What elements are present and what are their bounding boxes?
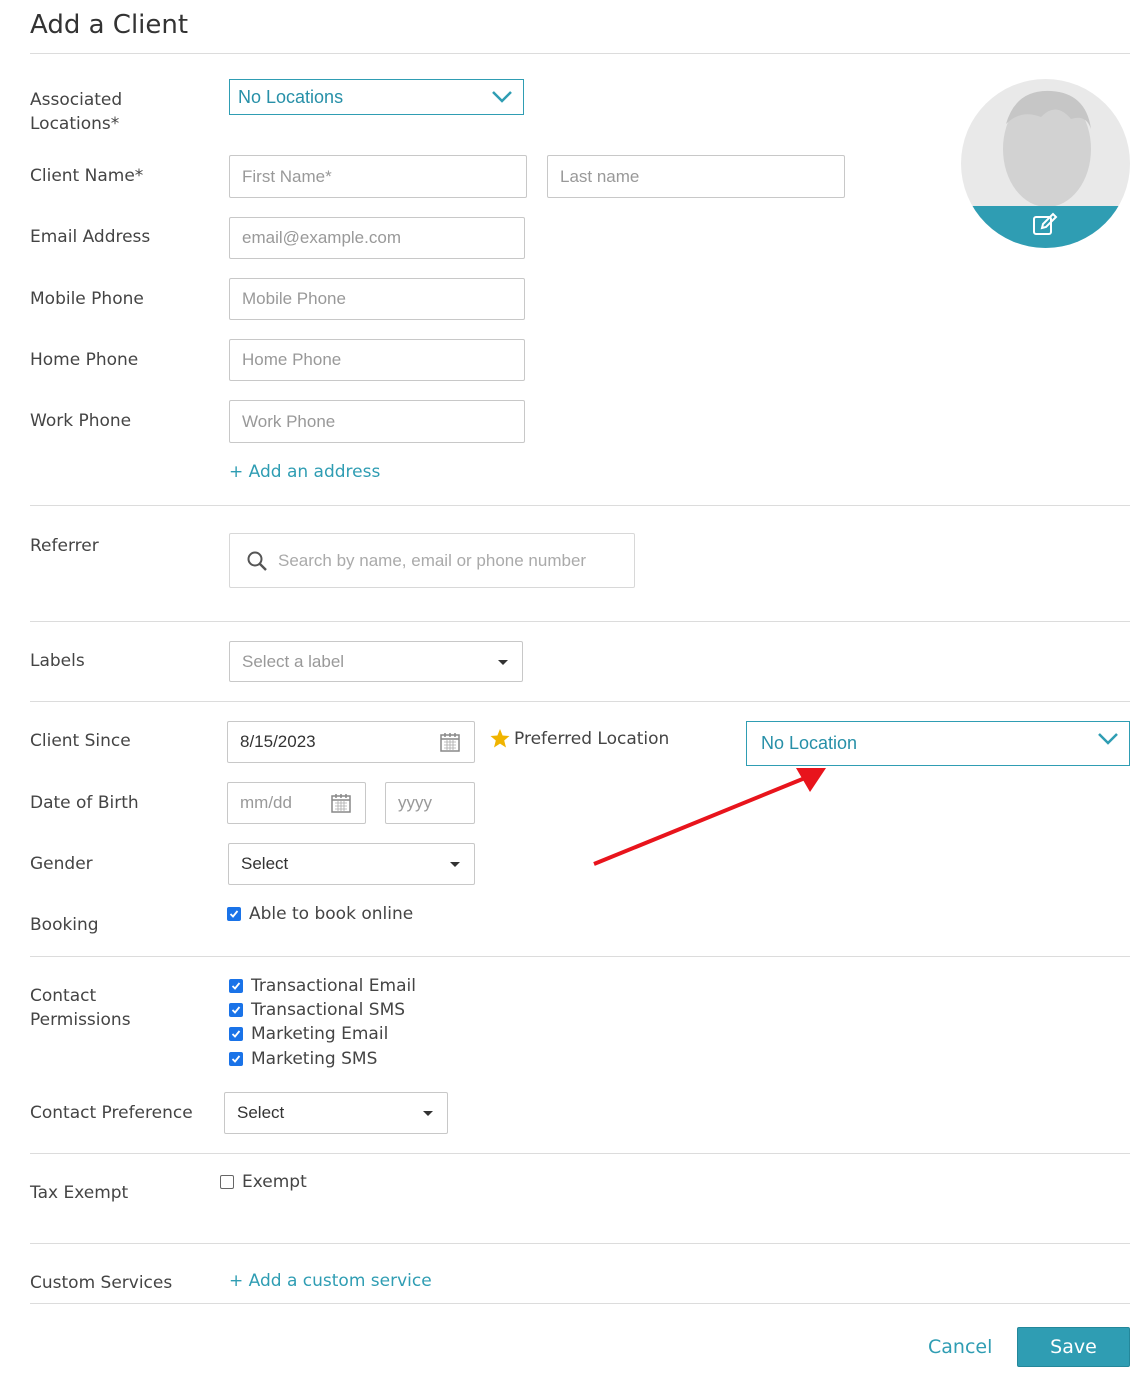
caret-down-icon [498,659,508,665]
contact-preference-value: Select [237,1103,285,1122]
home-phone-input[interactable]: Home Phone [229,339,525,381]
dob-month-day-input[interactable]: mm/dd [227,782,366,824]
mobile-phone-label: Mobile Phone [30,289,144,309]
marketing-sms-label: Marketing SMS [251,1049,378,1069]
associated-locations-label: Associated Locations* [30,90,123,134]
marketing-sms-row[interactable]: Marketing SMS [229,1049,377,1069]
gender-label: Gender [30,854,93,874]
referrer-search-input[interactable]: Search by name, email or phone number [229,533,635,588]
divider [30,621,1130,622]
client-name-label: Client Name* [30,166,144,186]
divider [30,53,1130,54]
preferred-location-value: No Location [761,733,858,753]
cancel-button[interactable]: Cancel [928,1336,992,1358]
date-of-birth-label: Date of Birth [30,793,139,813]
associated-locations-value: No Locations [238,86,344,107]
add-address-link[interactable]: + Add an address [229,462,380,482]
chevron-down-icon [1098,732,1118,745]
client-since-label: Client Since [30,731,131,751]
custom-services-label: Custom Services [30,1273,173,1293]
client-since-value: 8/15/2023 [240,732,316,751]
star-icon [490,729,510,748]
labels-placeholder: Select a label [242,651,345,671]
client-since-date-input[interactable]: 8/15/2023 [227,721,475,763]
labels-label: Labels [30,651,85,671]
tax-exempt-checkbox[interactable] [220,1175,234,1189]
tax-exempt-row[interactable]: Exempt [220,1172,307,1192]
marketing-email-checkbox[interactable] [229,1027,243,1041]
dob-month-day-placeholder: mm/dd [240,793,292,812]
work-phone-input[interactable]: Work Phone [229,400,525,443]
divider [30,1243,1130,1244]
chevron-down-icon [492,91,512,103]
add-custom-service-link[interactable]: + Add a custom service [229,1271,432,1291]
email-label: Email Address [30,227,151,247]
page-title: Add a Client [30,10,189,40]
tax-exempt-label: Tax Exempt [30,1183,129,1203]
tax-exempt-option-label: Exempt [242,1172,307,1192]
associated-locations-select[interactable]: No Locations [229,79,524,115]
booking-label: Booking [30,915,99,935]
annotation-arrow [593,768,826,866]
marketing-email-label: Marketing Email [251,1024,389,1044]
referrer-placeholder: Search by name, email or phone number [278,550,587,570]
divider [30,1153,1130,1154]
divider [30,505,1130,506]
preferred-location-select[interactable]: No Location [746,721,1130,766]
home-phone-label: Home Phone [30,350,139,370]
avatar[interactable] [961,79,1130,248]
caret-down-icon [450,862,460,867]
labels-select[interactable]: Select a label [229,641,523,682]
calendar-icon[interactable] [440,732,460,752]
work-phone-label: Work Phone [30,411,132,431]
book-online-label: Able to book online [249,904,414,924]
first-name-input[interactable]: First Name* [229,155,527,198]
caret-down-icon [423,1111,433,1116]
marketing-sms-checkbox[interactable] [229,1052,243,1066]
divider [30,701,1130,702]
save-button[interactable]: Save [1017,1327,1130,1367]
book-online-checkbox-row[interactable]: Able to book online [227,904,413,924]
gender-value: Select [241,854,289,873]
referrer-label: Referrer [30,536,99,556]
divider [30,956,1130,957]
contact-preference-label: Contact Preference [30,1103,193,1123]
book-online-checkbox[interactable] [227,907,241,921]
gender-select[interactable]: Select [228,843,475,885]
mobile-phone-input[interactable]: Mobile Phone [229,278,525,320]
contact-permissions-label: Contact Permissions [30,986,131,1030]
preferred-location-label: Preferred Location [514,729,670,749]
transactional-sms-checkbox[interactable] [229,1003,243,1017]
search-icon [247,551,267,571]
transactional-sms-row[interactable]: Transactional SMS [229,1000,405,1020]
divider [30,1303,1130,1304]
last-name-input[interactable]: Last name [547,155,845,198]
calendar-icon[interactable] [331,793,351,813]
dob-year-input[interactable]: yyyy [385,782,475,824]
edit-icon[interactable] [1031,211,1059,239]
transactional-email-row[interactable]: Transactional Email [229,976,416,996]
marketing-email-row[interactable]: Marketing Email [229,1024,388,1044]
email-field[interactable]: email@example.com [229,217,525,259]
contact-preference-select[interactable]: Select [224,1092,448,1134]
transactional-sms-label: Transactional SMS [251,1000,406,1020]
transactional-email-label: Transactional Email [251,976,416,996]
transactional-email-checkbox[interactable] [229,979,243,993]
